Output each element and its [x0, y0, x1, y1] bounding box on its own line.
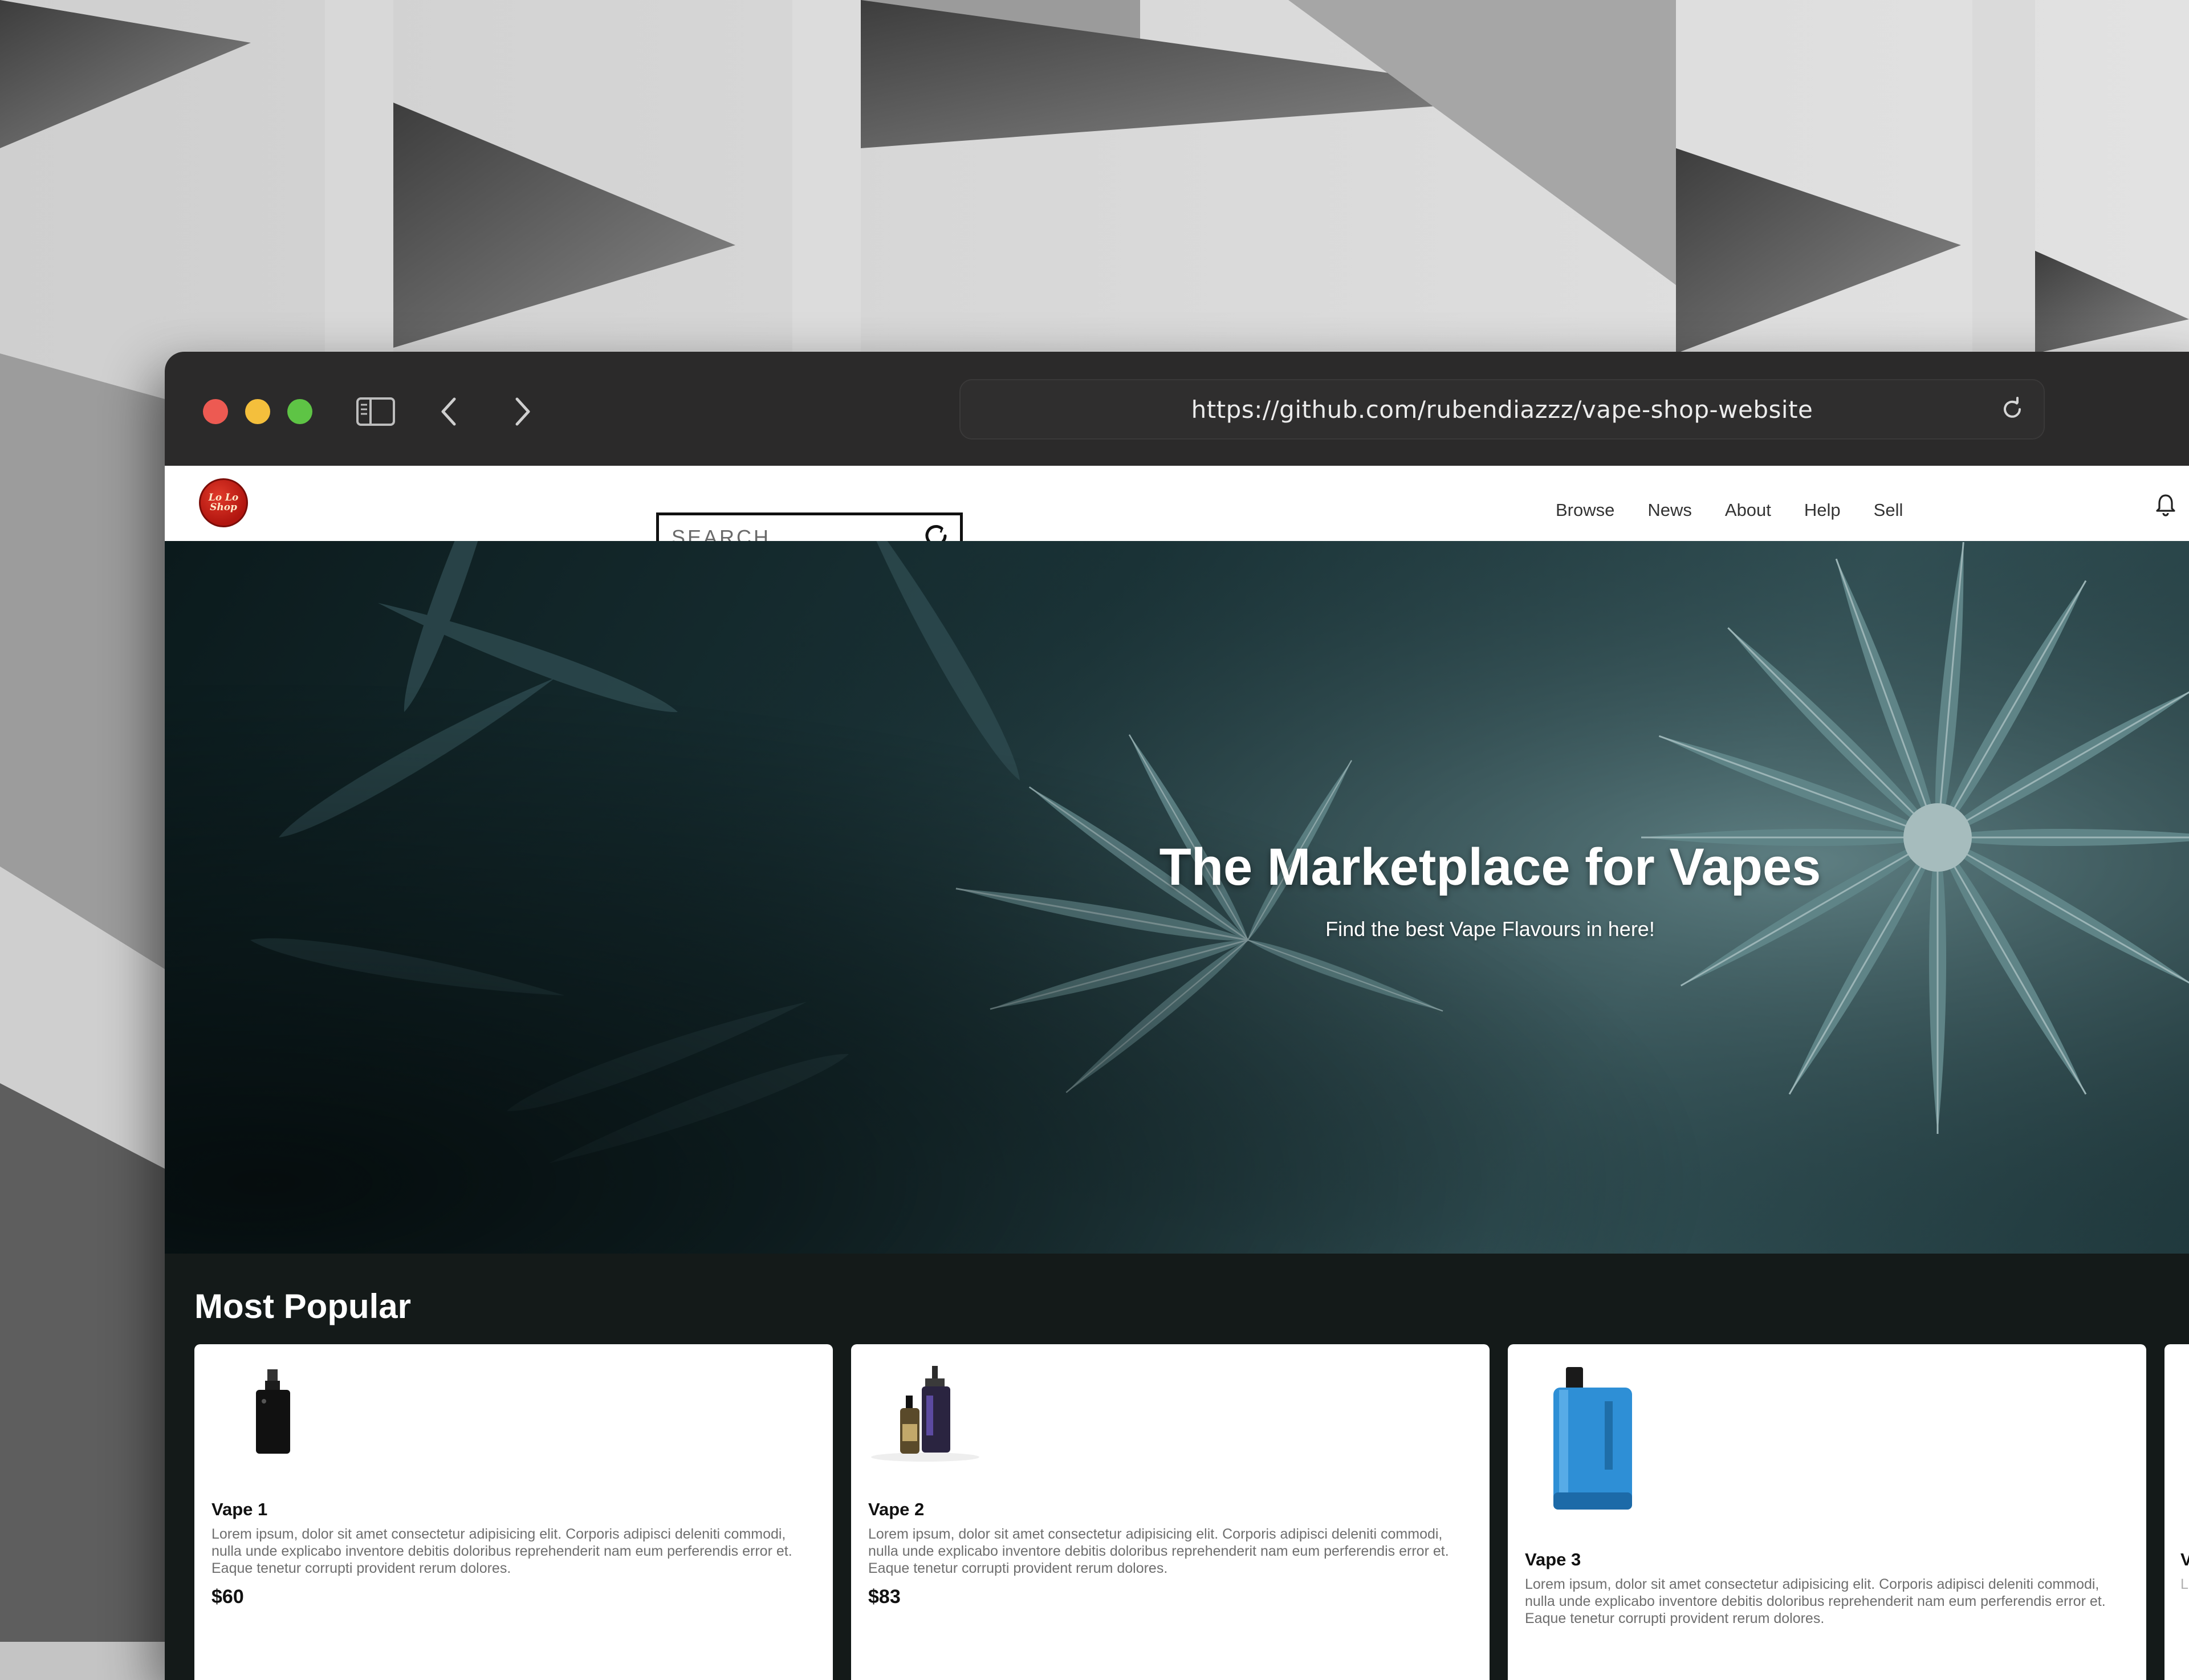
- logo-line-2: Shop: [210, 502, 237, 513]
- product-card[interactable]: Vape 1 Lorem ipsum, dolor sit amet conse…: [194, 1344, 833, 1680]
- product-image-vape-3: [1553, 1367, 1632, 1510]
- site-navbar: Lo Lo Shop Browse News About Help Sell: [165, 466, 2189, 563]
- product-description: Lorem ipsum, dolor sit amet consectetur …: [868, 1526, 1449, 1576]
- hero-subtitle: Find the best Vape Flavours in here!: [1325, 917, 1655, 941]
- cannabis-leaf-image: [165, 541, 2189, 1254]
- product-card[interactable]: Vape 2 Lorem ipsum, dolor sit amet conse…: [851, 1344, 1490, 1680]
- site-logo[interactable]: Lo Lo Shop: [199, 478, 248, 527]
- browser-window: https://github.com/rubendiazzz/vape-shop…: [165, 352, 2189, 1680]
- product-name: Vape 2: [868, 1499, 925, 1519]
- product-description: Lorem ipsum, dolor sit amet consectetur …: [211, 1526, 792, 1576]
- chevron-right-icon: [515, 397, 530, 426]
- minimize-window-button[interactable]: [245, 399, 270, 424]
- product-name: Vape 3: [1525, 1549, 1581, 1569]
- nav-news[interactable]: News: [1647, 500, 1692, 520]
- url-text: https://github.com/rubendiazzz/vape-shop…: [1191, 395, 1813, 424]
- most-popular-section: Most Popular Vape 1 Lorem ipsum, dolor s…: [165, 1254, 2189, 1680]
- address-bar[interactable]: https://github.com/rubendiazzz/vape-shop…: [959, 379, 2045, 440]
- product-card-partial[interactable]: V L: [2164, 1344, 2189, 1680]
- nav-about[interactable]: About: [1725, 500, 1771, 520]
- section-title: Most Popular: [194, 1287, 412, 1325]
- nav-browse[interactable]: Browse: [1556, 500, 1614, 520]
- browser-toolbar: https://github.com/rubendiazzz/vape-shop…: [165, 352, 2189, 466]
- product-price: $83: [868, 1586, 901, 1608]
- notification-bell-icon[interactable]: [2153, 492, 2178, 517]
- product-card[interactable]: Vape 3 Lorem ipsum, dolor sit amet conse…: [1508, 1344, 2146, 1680]
- product-price: $60: [211, 1586, 244, 1608]
- maximize-window-button[interactable]: [287, 399, 312, 424]
- nav-sell[interactable]: Sell: [1874, 500, 1903, 520]
- nav-links: Browse News About Help Sell: [1556, 500, 1936, 520]
- chevron-left-icon: [441, 397, 456, 426]
- nav-help[interactable]: Help: [1804, 500, 1841, 520]
- product-description-partial: L: [2180, 1576, 2188, 1592]
- product-description: Lorem ipsum, dolor sit amet consectetur …: [1525, 1576, 2106, 1626]
- product-name-partial: V: [2180, 1549, 2189, 1569]
- hero-title: The Marketplace for Vapes: [1159, 838, 1821, 896]
- forward-button[interactable]: [500, 389, 546, 434]
- back-button[interactable]: [426, 389, 471, 434]
- sidebar-toggle-button[interactable]: [353, 389, 398, 434]
- web-page: Lo Lo Shop Browse News About Help Sell: [165, 466, 2189, 1680]
- product-image-vape-2: [871, 1366, 979, 1462]
- product-image-vape-1: [256, 1369, 290, 1454]
- close-window-button[interactable]: [203, 399, 228, 424]
- sidebar-icon: [356, 397, 395, 426]
- product-name: Vape 1: [211, 1499, 268, 1519]
- hero-banner: The Marketplace for Vapes Find the best …: [165, 541, 2189, 1254]
- reload-icon[interactable]: [1998, 395, 2027, 424]
